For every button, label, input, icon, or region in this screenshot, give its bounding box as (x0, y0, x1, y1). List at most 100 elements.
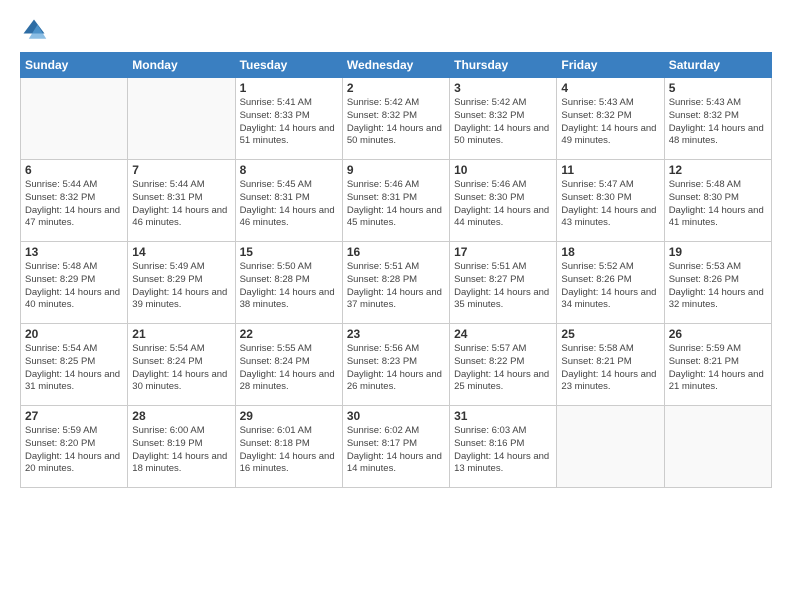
calendar-cell: 23 Sunrise: 5:56 AMSunset: 8:23 PMDayligh… (342, 324, 449, 406)
weekday-header: Tuesday (235, 53, 342, 78)
day-number: 30 (347, 409, 445, 423)
calendar-cell: 15 Sunrise: 5:50 AMSunset: 8:28 PMDayligh… (235, 242, 342, 324)
day-number: 8 (240, 163, 338, 177)
day-info: Sunrise: 5:46 AMSunset: 8:30 PMDaylight:… (454, 179, 552, 230)
day-info: Sunrise: 5:48 AMSunset: 8:29 PMDaylight:… (25, 261, 123, 312)
day-info: Sunrise: 6:00 AMSunset: 8:19 PMDaylight:… (132, 425, 230, 476)
calendar-cell: 5 Sunrise: 5:43 AMSunset: 8:32 PMDaylight… (664, 78, 771, 160)
day-number: 18 (561, 245, 659, 259)
day-number: 31 (454, 409, 552, 423)
calendar-week-row: 6Sunrise: 5:44 AMSunset: 8:32 PMDaylight… (21, 160, 772, 242)
calendar-cell: 24 Sunrise: 5:57 AMSunset: 8:22 PMDayligh… (450, 324, 557, 406)
day-number: 15 (240, 245, 338, 259)
day-info: Sunrise: 5:48 AMSunset: 8:30 PMDaylight:… (669, 179, 767, 230)
calendar-cell: 3Sunrise: 5:42 AMSunset: 8:32 PMDaylight… (450, 78, 557, 160)
logo-icon (20, 16, 48, 44)
calendar-cell (128, 78, 235, 160)
calendar-cell (557, 406, 664, 488)
calendar-cell: 31 Sunrise: 6:03 AMSunset: 8:16 PMDayligh… (450, 406, 557, 488)
calendar-header-row: SundayMondayTuesdayWednesdayThursdayFrid… (21, 53, 772, 78)
calendar-cell: 19 Sunrise: 5:53 AMSunset: 8:26 PMDayligh… (664, 242, 771, 324)
day-info: Sunrise: 5:55 AMSunset: 8:24 PMDaylight:… (240, 343, 338, 394)
calendar-cell: 17Sunrise: 5:51 AMSunset: 8:27 PMDayligh… (450, 242, 557, 324)
day-info: Sunrise: 5:41 AMSunset: 8:33 PMDaylight:… (240, 97, 338, 148)
header (20, 16, 772, 44)
day-info: Sunrise: 5:46 AMSunset: 8:31 PMDaylight:… (347, 179, 445, 230)
calendar-cell: 20 Sunrise: 5:54 AMSunset: 8:25 PMDayligh… (21, 324, 128, 406)
day-number: 22 (240, 327, 338, 341)
calendar-cell: 6Sunrise: 5:44 AMSunset: 8:32 PMDaylight… (21, 160, 128, 242)
day-number: 28 (132, 409, 230, 423)
day-number: 5 (669, 81, 767, 95)
day-number: 4 (561, 81, 659, 95)
day-number: 13 (25, 245, 123, 259)
calendar-cell: 4 Sunrise: 5:43 AMSunset: 8:32 PMDaylight… (557, 78, 664, 160)
day-number: 23 (347, 327, 445, 341)
day-number: 20 (25, 327, 123, 341)
calendar-cell: 26 Sunrise: 5:59 AMSunset: 8:21 PMDayligh… (664, 324, 771, 406)
calendar-cell: 9Sunrise: 5:46 AMSunset: 8:31 PMDaylight… (342, 160, 449, 242)
day-info: Sunrise: 5:53 AMSunset: 8:26 PMDaylight:… (669, 261, 767, 312)
day-info: Sunrise: 6:01 AMSunset: 8:18 PMDaylight:… (240, 425, 338, 476)
weekday-header: Thursday (450, 53, 557, 78)
weekday-header: Monday (128, 53, 235, 78)
day-info: Sunrise: 5:44 AMSunset: 8:31 PMDaylight:… (132, 179, 230, 230)
calendar-cell: 2Sunrise: 5:42 AMSunset: 8:32 PMDaylight… (342, 78, 449, 160)
calendar-week-row: 13 Sunrise: 5:48 AMSunset: 8:29 PMDayligh… (21, 242, 772, 324)
calendar-cell: 8 Sunrise: 5:45 AMSunset: 8:31 PMDaylight… (235, 160, 342, 242)
calendar-cell: 14Sunrise: 5:49 AMSunset: 8:29 PMDayligh… (128, 242, 235, 324)
weekday-header: Sunday (21, 53, 128, 78)
weekday-header: Friday (557, 53, 664, 78)
calendar-cell: 25Sunrise: 5:58 AMSunset: 8:21 PMDayligh… (557, 324, 664, 406)
calendar-week-row: 27Sunrise: 5:59 AMSunset: 8:20 PMDayligh… (21, 406, 772, 488)
weekday-header: Wednesday (342, 53, 449, 78)
calendar-cell: 16Sunrise: 5:51 AMSunset: 8:28 PMDayligh… (342, 242, 449, 324)
day-number: 29 (240, 409, 338, 423)
day-number: 24 (454, 327, 552, 341)
day-info: Sunrise: 5:43 AMSunset: 8:32 PMDaylight:… (561, 97, 659, 148)
day-info: Sunrise: 5:45 AMSunset: 8:31 PMDaylight:… (240, 179, 338, 230)
calendar-cell: 28 Sunrise: 6:00 AMSunset: 8:19 PMDayligh… (128, 406, 235, 488)
day-info: Sunrise: 5:42 AMSunset: 8:32 PMDaylight:… (454, 97, 552, 148)
calendar-cell: 13 Sunrise: 5:48 AMSunset: 8:29 PMDayligh… (21, 242, 128, 324)
day-number: 1 (240, 81, 338, 95)
day-number: 2 (347, 81, 445, 95)
calendar-week-row: 20 Sunrise: 5:54 AMSunset: 8:25 PMDayligh… (21, 324, 772, 406)
calendar-cell: 11Sunrise: 5:47 AMSunset: 8:30 PMDayligh… (557, 160, 664, 242)
day-number: 26 (669, 327, 767, 341)
day-info: Sunrise: 5:54 AMSunset: 8:25 PMDaylight:… (25, 343, 123, 394)
day-number: 16 (347, 245, 445, 259)
day-number: 19 (669, 245, 767, 259)
day-number: 27 (25, 409, 123, 423)
weekday-header: Saturday (664, 53, 771, 78)
calendar-cell: 22 Sunrise: 5:55 AMSunset: 8:24 PMDayligh… (235, 324, 342, 406)
calendar-cell: 30 Sunrise: 6:02 AMSunset: 8:17 PMDayligh… (342, 406, 449, 488)
day-info: Sunrise: 5:43 AMSunset: 8:32 PMDaylight:… (669, 97, 767, 148)
day-info: Sunrise: 5:50 AMSunset: 8:28 PMDaylight:… (240, 261, 338, 312)
calendar-cell: 7Sunrise: 5:44 AMSunset: 8:31 PMDaylight… (128, 160, 235, 242)
calendar-table: SundayMondayTuesdayWednesdayThursdayFrid… (20, 52, 772, 488)
calendar-cell: 27Sunrise: 5:59 AMSunset: 8:20 PMDayligh… (21, 406, 128, 488)
day-info: Sunrise: 5:56 AMSunset: 8:23 PMDaylight:… (347, 343, 445, 394)
calendar-cell: 1 Sunrise: 5:41 AMSunset: 8:33 PMDaylight… (235, 78, 342, 160)
calendar-week-row: 1 Sunrise: 5:41 AMSunset: 8:33 PMDaylight… (21, 78, 772, 160)
logo (20, 16, 52, 44)
day-info: Sunrise: 5:59 AMSunset: 8:21 PMDaylight:… (669, 343, 767, 394)
day-info: Sunrise: 5:52 AMSunset: 8:26 PMDaylight:… (561, 261, 659, 312)
day-info: Sunrise: 5:57 AMSunset: 8:22 PMDaylight:… (454, 343, 552, 394)
page: SundayMondayTuesdayWednesdayThursdayFrid… (0, 0, 792, 612)
day-info: Sunrise: 5:49 AMSunset: 8:29 PMDaylight:… (132, 261, 230, 312)
calendar-cell: 18 Sunrise: 5:52 AMSunset: 8:26 PMDayligh… (557, 242, 664, 324)
day-number: 11 (561, 163, 659, 177)
day-info: Sunrise: 5:54 AMSunset: 8:24 PMDaylight:… (132, 343, 230, 394)
calendar-cell (664, 406, 771, 488)
day-info: Sunrise: 6:02 AMSunset: 8:17 PMDaylight:… (347, 425, 445, 476)
day-number: 25 (561, 327, 659, 341)
day-number: 12 (669, 163, 767, 177)
calendar-cell (21, 78, 128, 160)
day-info: Sunrise: 6:03 AMSunset: 8:16 PMDaylight:… (454, 425, 552, 476)
day-info: Sunrise: 5:44 AMSunset: 8:32 PMDaylight:… (25, 179, 123, 230)
calendar-cell: 12 Sunrise: 5:48 AMSunset: 8:30 PMDayligh… (664, 160, 771, 242)
calendar-cell: 29 Sunrise: 6:01 AMSunset: 8:18 PMDayligh… (235, 406, 342, 488)
day-info: Sunrise: 5:51 AMSunset: 8:27 PMDaylight:… (454, 261, 552, 312)
